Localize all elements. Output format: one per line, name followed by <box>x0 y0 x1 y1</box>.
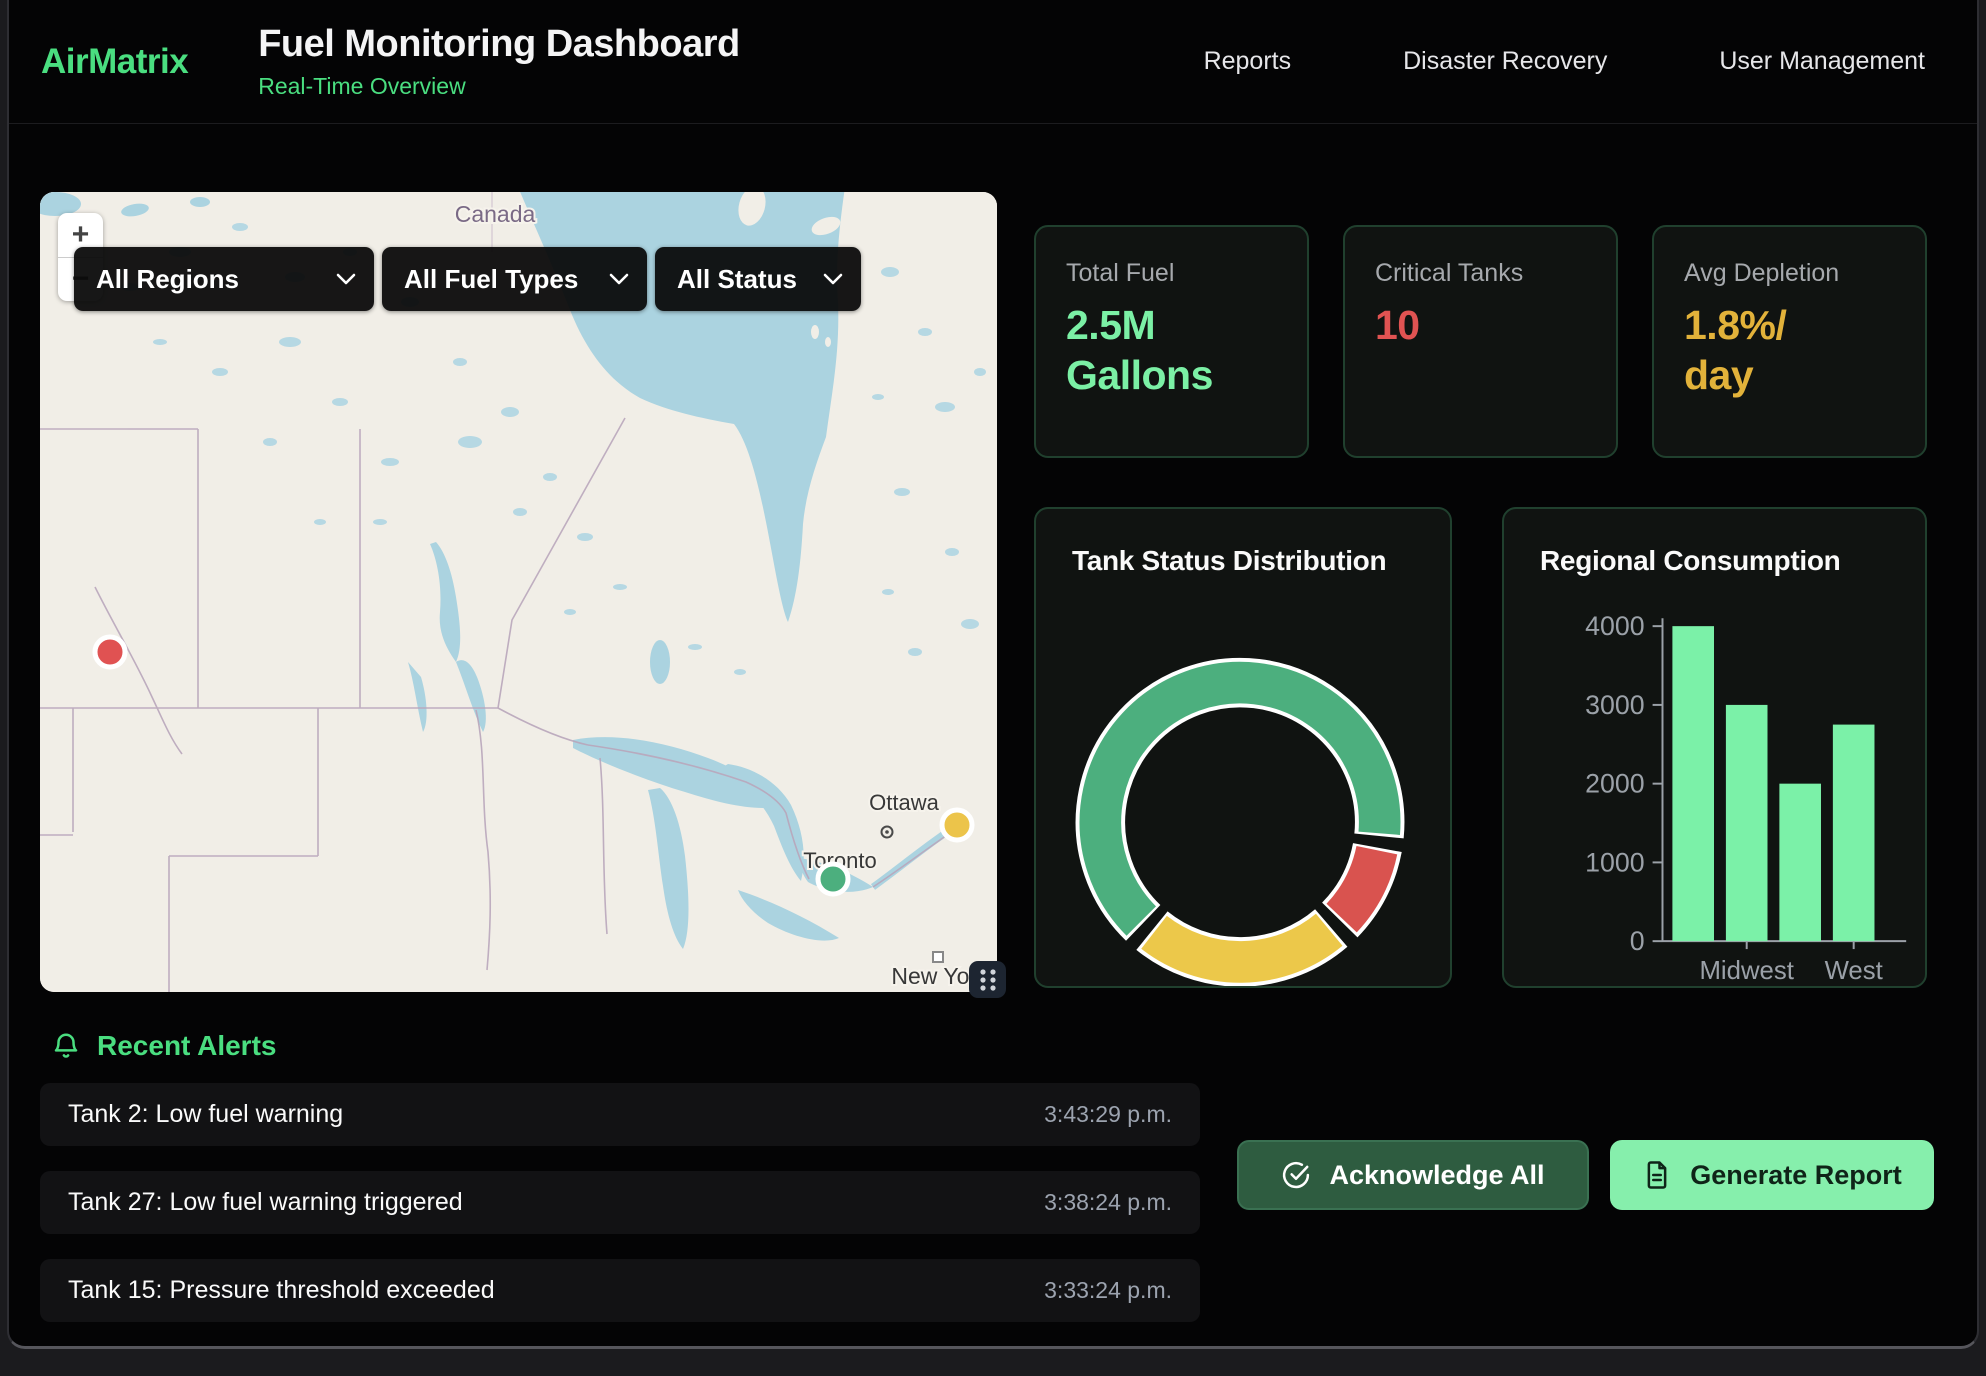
stat-label: Critical Tanks <box>1375 259 1586 288</box>
fuel-type-filter-dropdown[interactable]: All Fuel Types <box>382 247 647 311</box>
alert-message: Tank 2: Low fuel warning <box>68 1100 343 1129</box>
alert-timestamp: 3:43:29 p.m. <box>1044 1101 1172 1128</box>
map-label-ottawa: Ottawa <box>869 790 939 815</box>
nav-item-user-management[interactable]: User Management <box>1719 47 1925 76</box>
title-block: Fuel Monitoring Dashboard Real-Time Over… <box>258 23 739 100</box>
alerts-header: Recent Alerts <box>51 1030 276 1062</box>
page-title: Fuel Monitoring Dashboard <box>258 23 739 66</box>
svg-text:4000: 4000 <box>1585 611 1644 641</box>
document-icon <box>1642 1160 1672 1190</box>
chevron-down-icon <box>336 273 356 286</box>
bell-icon <box>51 1031 81 1061</box>
alert-timestamp: 3:38:24 p.m. <box>1044 1189 1172 1216</box>
stat-value: 10 <box>1375 300 1586 350</box>
stat-card-avg-depletion: Avg Depletion 1.8%/ day <box>1652 225 1927 458</box>
brand-logo: AirMatrix <box>41 42 188 82</box>
svg-text:3000: 3000 <box>1585 690 1644 720</box>
alerts-heading: Recent Alerts <box>97 1030 276 1062</box>
svg-text:West: West <box>1825 957 1883 985</box>
generate-report-label: Generate Report <box>1690 1160 1902 1191</box>
alert-message: Tank 15: Pressure threshold exceeded <box>68 1276 495 1305</box>
region-filter-value: All Regions <box>96 264 239 295</box>
nav-item-reports[interactable]: Reports <box>1204 47 1292 76</box>
town-square-icon <box>933 952 943 962</box>
acknowledge-all-label: Acknowledge All <box>1329 1160 1544 1191</box>
map-resize-handle[interactable] <box>969 961 1006 998</box>
map-marker-critical[interactable] <box>95 637 125 667</box>
map-marker-warning[interactable] <box>942 810 972 840</box>
acknowledge-all-button[interactable]: Acknowledge All <box>1237 1140 1589 1210</box>
svg-text:Midwest: Midwest <box>1699 957 1793 985</box>
alert-row: Tank 15: Pressure threshold exceeded 3:3… <box>40 1259 1200 1322</box>
charts-row: Tank Status Distribution Regional Consum… <box>1034 507 1927 988</box>
svg-text:2000: 2000 <box>1585 769 1644 799</box>
grip-dots-icon <box>977 967 999 993</box>
map-panel: Canada Ottawa Toronto New York + − All R… <box>40 192 997 992</box>
region-filter-dropdown[interactable]: All Regions <box>74 247 374 311</box>
alert-timestamp: 3:33:24 p.m. <box>1044 1277 1172 1304</box>
regional-consumption-bar-chart: 0 1000 2000 3000 4000 Midwest West <box>1504 509 1925 986</box>
chevron-down-icon <box>609 273 629 286</box>
stat-value: 1.8%/ day <box>1684 300 1895 400</box>
stat-label: Total Fuel <box>1066 259 1277 288</box>
map-marker-normal[interactable] <box>818 864 848 894</box>
map-canvas[interactable]: Canada Ottawa Toronto New York <box>40 192 997 992</box>
map-label-country: Canada <box>455 201 536 227</box>
svg-text:0: 0 <box>1630 926 1645 956</box>
stats-row: Total Fuel 2.5M Gallons Critical Tanks 1… <box>1034 225 1927 458</box>
main-nav: Reports Disaster Recovery User Managemen… <box>1204 47 1925 76</box>
nav-item-disaster-recovery[interactable]: Disaster Recovery <box>1403 47 1607 76</box>
check-circle-icon <box>1281 1160 1311 1190</box>
fuel-type-filter-value: All Fuel Types <box>404 264 578 295</box>
alert-row: Tank 2: Low fuel warning 3:43:29 p.m. <box>40 1083 1200 1146</box>
dashboard-window: AirMatrix Fuel Monitoring Dashboard Real… <box>7 0 1979 1349</box>
page-subtitle: Real-Time Overview <box>258 73 739 100</box>
stat-label: Avg Depletion <box>1684 259 1895 288</box>
tank-status-chart-card: Tank Status Distribution <box>1034 507 1452 988</box>
alert-message: Tank 27: Low fuel warning triggered <box>68 1188 463 1217</box>
tank-status-donut-chart <box>1036 509 1450 986</box>
status-filter-value: All Status <box>677 264 797 295</box>
stat-value: 2.5M Gallons <box>1066 300 1277 400</box>
status-filter-dropdown[interactable]: All Status <box>655 247 861 311</box>
app-header: AirMatrix Fuel Monitoring Dashboard Real… <box>9 0 1977 124</box>
generate-report-button[interactable]: Generate Report <box>1610 1140 1934 1210</box>
chevron-down-icon <box>823 273 843 286</box>
stat-card-total-fuel: Total Fuel 2.5M Gallons <box>1034 225 1309 458</box>
regional-consumption-chart-card: Regional Consumption 01000200030004000Mi… <box>1502 507 1927 988</box>
map-filters: All Regions All Fuel Types All Status <box>74 247 861 311</box>
stat-card-critical-tanks: Critical Tanks 10 <box>1343 225 1618 458</box>
alert-row: Tank 27: Low fuel warning triggered 3:38… <box>40 1171 1200 1234</box>
map-graphic: Canada Ottawa Toronto New York <box>40 192 997 992</box>
svg-text:1000: 1000 <box>1585 847 1644 877</box>
